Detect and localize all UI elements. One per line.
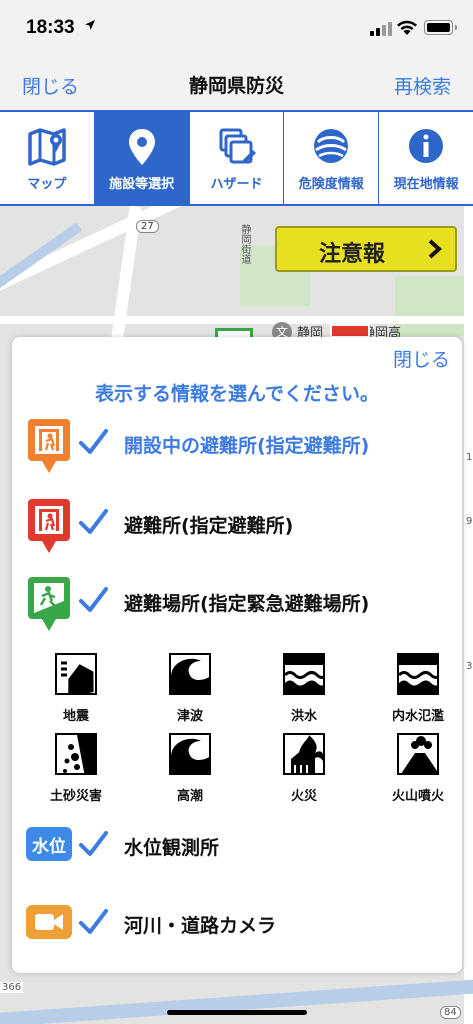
- status-bar: 18:33: [0, 0, 473, 58]
- list-item-water-level[interactable]: 水位 水位観測所: [26, 819, 446, 879]
- tab-label: ハザード: [210, 177, 263, 192]
- wifi-icon: [397, 20, 417, 35]
- location-arrow-icon: [85, 20, 95, 30]
- hazard-label: 高潮: [176, 789, 203, 804]
- checkmark-icon[interactable]: [78, 907, 108, 937]
- hazard-tsunami[interactable]: 津波: [150, 653, 230, 724]
- location-pin-icon: [128, 129, 155, 165]
- water-level-badge-icon: 水位: [26, 827, 72, 861]
- list-item-camera[interactable]: 河川・道路カメラ: [26, 897, 446, 957]
- map-number-label: 1: [466, 452, 473, 463]
- navigation-bar: 閉じる 静岡県防災 再検索: [0, 58, 473, 110]
- modal-heading: 表示する情報を選んでください。: [94, 383, 380, 405]
- checkmark-icon[interactable]: [78, 585, 108, 615]
- caution-advisory-button[interactable]: 注意報: [275, 226, 457, 272]
- hazard-label: 津波: [176, 709, 203, 724]
- tab-label: マップ: [27, 177, 67, 192]
- row-label: 避難場所(指定緊急避難場所): [124, 593, 370, 615]
- camera-icon: [26, 905, 72, 939]
- map-number-label: 366: [0, 982, 24, 993]
- hazard-fire[interactable]: 火災: [264, 733, 344, 804]
- hazard-label: 火山噴火: [391, 789, 444, 804]
- hazard-label: 土砂災害: [49, 789, 102, 804]
- row-label: 水位観測所: [124, 837, 220, 859]
- home-indicator[interactable]: [167, 1010, 307, 1015]
- globe-icon: [314, 129, 349, 163]
- checkmark-icon[interactable]: [78, 829, 108, 859]
- research-button[interactable]: 再検索: [394, 72, 451, 99]
- tab-current-location[interactable]: 現在地情報: [378, 112, 473, 204]
- map-number-label: 9: [466, 516, 473, 527]
- map-number-label: 84: [440, 1006, 461, 1019]
- tab-risk-info[interactable]: 危険度情報: [283, 112, 378, 204]
- map-river: [0, 977, 473, 1024]
- hazard-label: 火災: [290, 789, 317, 804]
- caution-label: 注意報: [319, 242, 386, 267]
- landslide-icon: [63, 735, 95, 773]
- inland-flood-icon: [399, 655, 437, 693]
- storm-surge-icon: [171, 738, 209, 773]
- tab-facility-select[interactable]: 施設等選択: [93, 112, 189, 204]
- hazard-inland-flood[interactable]: 内水氾濫: [378, 653, 458, 724]
- checkmark-icon[interactable]: [78, 427, 108, 457]
- tab-bar: マップ 施設等選択 ハザード 危険度情報 現在地情報: [0, 110, 473, 206]
- hazard-label: 内水氾濫: [391, 709, 444, 724]
- map-shelter-marker[interactable]: [330, 324, 370, 338]
- layers-icon: [219, 128, 257, 164]
- hazard-label: 洪水: [290, 709, 317, 724]
- battery-icon: [424, 20, 457, 35]
- volcano-icon: [401, 736, 437, 773]
- list-item-open-shelter[interactable]: 開設中の避難所(指定避難所): [26, 417, 446, 477]
- map-number-label: 3: [466, 661, 473, 672]
- fire-icon: [291, 735, 323, 773]
- tab-hazard[interactable]: ハザード: [188, 112, 284, 204]
- map-park: [395, 276, 473, 336]
- route-number-label: 27: [136, 220, 159, 233]
- info-icon: [409, 129, 444, 163]
- list-item-evacuation-site[interactable]: 避難場所(指定緊急避難場所): [26, 575, 446, 635]
- tab-label: 現在地情報: [393, 177, 459, 192]
- tab-label: 危険度情報: [298, 177, 364, 192]
- hazard-earthquake[interactable]: 地震: [36, 653, 116, 724]
- flood-icon: [285, 655, 323, 693]
- road-name-label: 静岡街道: [239, 224, 250, 264]
- row-label: 避難所(指定避難所): [124, 515, 294, 537]
- checkmark-icon[interactable]: [78, 507, 108, 537]
- open-shelter-pin-icon: [28, 419, 70, 473]
- hazard-storm-surge[interactable]: 高潮: [150, 733, 230, 804]
- info-select-modal: 閉じる 表示する情報を選んでください。 開設中の避難所(指定避難所) 避難所(指…: [12, 337, 462, 973]
- status-time: 18:33: [26, 17, 75, 38]
- chevron-right-icon: [428, 239, 443, 259]
- evacuation-site-pin-icon: [28, 577, 70, 631]
- row-label: 開設中の避難所(指定避難所): [124, 435, 370, 457]
- shelter-pin-icon: [28, 499, 70, 553]
- hazard-volcano[interactable]: 火山噴火: [378, 733, 458, 804]
- map-road: [464, 206, 473, 1024]
- earthquake-icon: [61, 661, 94, 693]
- hazard-flood[interactable]: 洪水: [264, 653, 344, 724]
- map-icon: [28, 128, 66, 166]
- tab-map[interactable]: マップ: [0, 112, 94, 204]
- map-road: [0, 316, 473, 324]
- tsunami-icon: [171, 658, 209, 693]
- hazard-landslide[interactable]: 土砂災害: [36, 733, 116, 804]
- row-label: 河川・道路カメラ: [124, 915, 277, 937]
- tab-label: 施設等選択: [109, 177, 175, 192]
- list-item-shelter[interactable]: 避難所(指定避難所): [26, 497, 446, 557]
- modal-close-button[interactable]: 閉じる: [393, 345, 450, 372]
- hazard-label: 地震: [62, 709, 89, 724]
